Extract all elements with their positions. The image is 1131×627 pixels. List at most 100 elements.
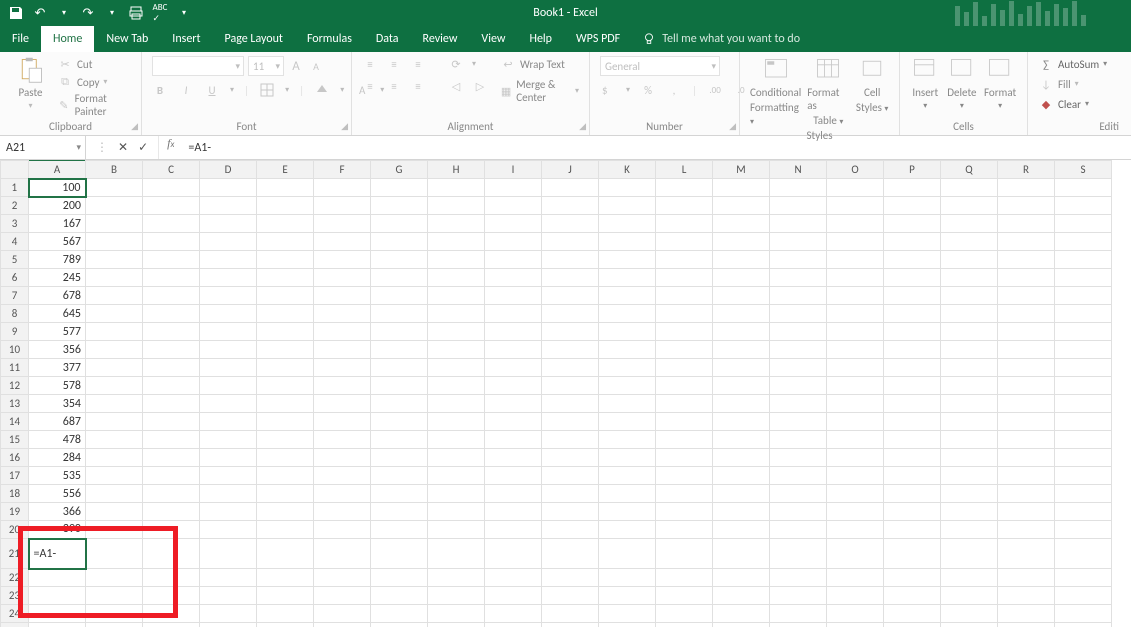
cell-J5[interactable] xyxy=(542,251,599,269)
cell-E13[interactable] xyxy=(257,395,314,413)
cell-N13[interactable] xyxy=(770,395,827,413)
cell-B16[interactable] xyxy=(86,449,143,467)
row-header-9[interactable]: 9 xyxy=(1,323,29,341)
cell-G2[interactable] xyxy=(371,197,428,215)
cell-H21[interactable] xyxy=(428,539,485,569)
cell-I6[interactable] xyxy=(485,269,542,287)
cell-R9[interactable] xyxy=(998,323,1055,341)
cell-K16[interactable] xyxy=(599,449,656,467)
col-header-G[interactable]: G xyxy=(371,161,428,179)
col-header-O[interactable]: O xyxy=(827,161,884,179)
cell-L17[interactable] xyxy=(656,467,713,485)
row-header-5[interactable]: 5 xyxy=(1,251,29,269)
cell-L10[interactable] xyxy=(656,341,713,359)
cell-A12[interactable]: 578 xyxy=(29,377,86,395)
cell-N6[interactable] xyxy=(770,269,827,287)
cell-E9[interactable] xyxy=(257,323,314,341)
cell-Q5[interactable] xyxy=(941,251,998,269)
delete-cells-button[interactable]: Delete▾ xyxy=(947,56,978,111)
cell-Q22[interactable] xyxy=(941,569,998,587)
cell-G7[interactable] xyxy=(371,287,428,305)
cell-L23[interactable] xyxy=(656,587,713,605)
cell-P24[interactable] xyxy=(884,605,941,623)
cell-L12[interactable] xyxy=(656,377,713,395)
cell-F19[interactable] xyxy=(314,503,371,521)
fill-button[interactable]: ↓Fill ▾ xyxy=(1038,76,1079,92)
cell-H5[interactable] xyxy=(428,251,485,269)
cell-A15[interactable]: 478 xyxy=(29,431,86,449)
paste-button[interactable]: Paste ▾ xyxy=(10,56,51,111)
cell-G15[interactable] xyxy=(371,431,428,449)
format-as-table-button[interactable]: Format as Table ▾ xyxy=(807,56,849,127)
cell-I4[interactable] xyxy=(485,233,542,251)
cell-A21[interactable]: =A1- xyxy=(29,539,86,569)
cell-B9[interactable] xyxy=(86,323,143,341)
cell-A6[interactable]: 245 xyxy=(29,269,86,287)
cell-D18[interactable] xyxy=(200,485,257,503)
cell-P23[interactable] xyxy=(884,587,941,605)
cell-J7[interactable] xyxy=(542,287,599,305)
row-header-8[interactable]: 8 xyxy=(1,305,29,323)
cell-O21[interactable] xyxy=(827,539,884,569)
cell-I10[interactable] xyxy=(485,341,542,359)
cell-B20[interactable] xyxy=(86,521,143,539)
decrease-indent-icon[interactable]: ◁ xyxy=(448,78,464,94)
cell-H17[interactable] xyxy=(428,467,485,485)
decrease-font-icon[interactable]: A xyxy=(308,58,324,74)
align-center-icon[interactable]: ≡ xyxy=(386,78,402,94)
cell-B23[interactable] xyxy=(86,587,143,605)
cell-S17[interactable] xyxy=(1055,467,1112,485)
align-left-icon[interactable]: ≡ xyxy=(362,78,378,94)
cell-M9[interactable] xyxy=(713,323,770,341)
cell-S10[interactable] xyxy=(1055,341,1112,359)
row-header-6[interactable]: 6 xyxy=(1,269,29,287)
tab-review[interactable]: Review xyxy=(411,26,470,52)
cell-I25[interactable] xyxy=(485,623,542,627)
cell-J22[interactable] xyxy=(542,569,599,587)
number-format-select[interactable]: General xyxy=(600,56,720,76)
cell-L8[interactable] xyxy=(656,305,713,323)
cell-I17[interactable] xyxy=(485,467,542,485)
cell-A14[interactable]: 687 xyxy=(29,413,86,431)
redo-dropdown-icon[interactable]: ▾ xyxy=(104,5,120,21)
cell-Q24[interactable] xyxy=(941,605,998,623)
cell-S15[interactable] xyxy=(1055,431,1112,449)
cell-L21[interactable] xyxy=(656,539,713,569)
cell-I20[interactable] xyxy=(485,521,542,539)
cell-K12[interactable] xyxy=(599,377,656,395)
cell-E19[interactable] xyxy=(257,503,314,521)
cell-D6[interactable] xyxy=(200,269,257,287)
cell-M12[interactable] xyxy=(713,377,770,395)
accounting-format-icon[interactable]: $ xyxy=(600,82,616,98)
cell-A8[interactable]: 645 xyxy=(29,305,86,323)
cell-Q8[interactable] xyxy=(941,305,998,323)
cell-N16[interactable] xyxy=(770,449,827,467)
cell-O4[interactable] xyxy=(827,233,884,251)
cell-N19[interactable] xyxy=(770,503,827,521)
cell-L20[interactable] xyxy=(656,521,713,539)
cell-S7[interactable] xyxy=(1055,287,1112,305)
cell-J1[interactable] xyxy=(542,179,599,197)
col-header-L[interactable]: L xyxy=(656,161,713,179)
cell-F1[interactable] xyxy=(314,179,371,197)
cell-G6[interactable] xyxy=(371,269,428,287)
cell-H8[interactable] xyxy=(428,305,485,323)
cell-N2[interactable] xyxy=(770,197,827,215)
cell-L11[interactable] xyxy=(656,359,713,377)
col-header-S[interactable]: S xyxy=(1055,161,1112,179)
cell-O22[interactable] xyxy=(827,569,884,587)
cell-I15[interactable] xyxy=(485,431,542,449)
cell-L15[interactable] xyxy=(656,431,713,449)
cell-F5[interactable] xyxy=(314,251,371,269)
cell-E15[interactable] xyxy=(257,431,314,449)
cell-J20[interactable] xyxy=(542,521,599,539)
cell-O16[interactable] xyxy=(827,449,884,467)
cell-F20[interactable] xyxy=(314,521,371,539)
cell-P17[interactable] xyxy=(884,467,941,485)
cell-C1[interactable] xyxy=(143,179,200,197)
row-header-11[interactable]: 11 xyxy=(1,359,29,377)
cell-B11[interactable] xyxy=(86,359,143,377)
cell-P2[interactable] xyxy=(884,197,941,215)
cell-I13[interactable] xyxy=(485,395,542,413)
cell-H2[interactable] xyxy=(428,197,485,215)
